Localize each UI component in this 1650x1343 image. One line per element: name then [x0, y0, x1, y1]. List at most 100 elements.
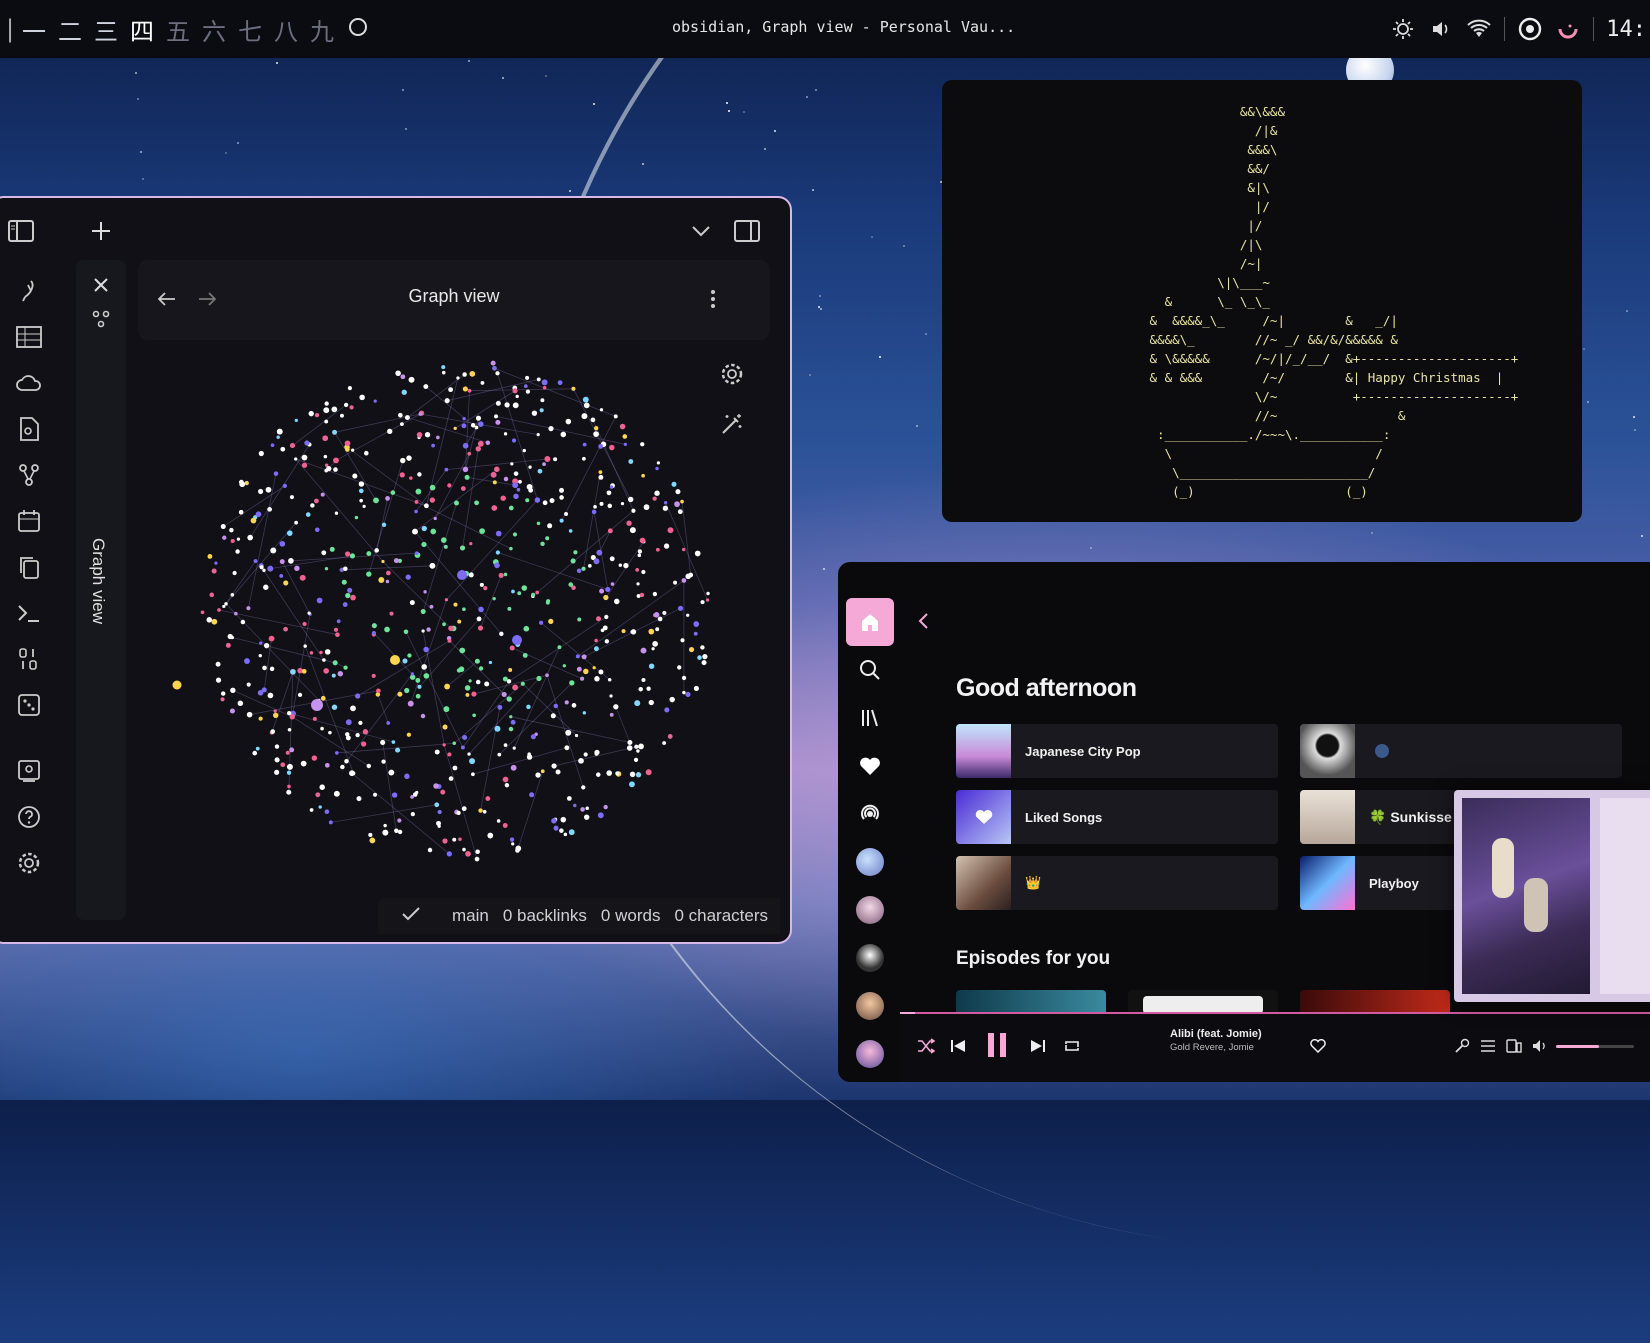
graph-node[interactable] — [621, 502, 624, 505]
graph-node[interactable] — [459, 648, 465, 654]
graph-node[interactable] — [321, 550, 326, 555]
graph-node[interactable] — [264, 643, 269, 648]
graph-node[interactable] — [418, 412, 422, 416]
graph-node[interactable] — [332, 430, 337, 435]
graph-node[interactable] — [553, 457, 557, 461]
graph-node[interactable] — [221, 524, 226, 529]
graph-node[interactable] — [404, 630, 409, 635]
graph-node[interactable] — [478, 625, 483, 630]
connect-device-icon[interactable] — [1502, 1032, 1526, 1060]
graph-node[interactable] — [258, 690, 264, 696]
graph-node[interactable] — [338, 671, 344, 677]
graph-node[interactable] — [372, 631, 376, 635]
graph-node[interactable] — [505, 783, 509, 787]
graph-node[interactable] — [465, 475, 470, 480]
graph-node[interactable] — [635, 568, 639, 572]
graph-node[interactable] — [417, 472, 421, 476]
graph-node[interactable] — [513, 402, 519, 408]
graph-node[interactable] — [426, 627, 430, 631]
graph-node[interactable] — [331, 406, 337, 412]
brightness-icon[interactable] — [1390, 16, 1416, 42]
graph-node[interactable] — [628, 459, 633, 464]
graph-node[interactable] — [565, 730, 571, 736]
graph-node[interactable] — [497, 753, 501, 757]
graph-node[interactable] — [407, 733, 411, 737]
graph-node[interactable] — [335, 751, 339, 755]
graph-node[interactable] — [434, 802, 439, 807]
liked-heart-icon[interactable] — [846, 742, 894, 790]
graph-node[interactable] — [601, 628, 605, 632]
graph-node[interactable] — [582, 654, 587, 659]
graph-node[interactable] — [624, 443, 627, 446]
graph-node[interactable] — [436, 436, 440, 440]
sync-check-icon[interactable] — [402, 906, 420, 926]
album-art-popup[interactable] — [1454, 790, 1650, 1002]
graph-node[interactable] — [654, 490, 659, 495]
graph-node[interactable] — [228, 634, 233, 639]
graph-node[interactable] — [463, 443, 469, 449]
graph-node[interactable] — [312, 755, 317, 760]
file-search-icon[interactable] — [14, 414, 44, 444]
graph-node[interactable] — [668, 734, 673, 739]
graph-node[interactable] — [497, 819, 501, 823]
graph-node[interactable] — [608, 678, 612, 682]
graph-node[interactable] — [576, 654, 580, 658]
search-icon[interactable] — [846, 646, 894, 694]
graph-node[interactable] — [485, 796, 490, 801]
graph-node[interactable] — [409, 476, 412, 479]
graph-node[interactable] — [274, 471, 279, 476]
graph-node[interactable] — [349, 405, 353, 409]
graph-node[interactable] — [374, 399, 377, 402]
graph-node[interactable] — [504, 743, 508, 747]
graph-node[interactable] — [256, 511, 262, 517]
graph-node[interactable] — [366, 551, 371, 556]
shortcut-card[interactable] — [1300, 724, 1622, 778]
graph-node[interactable] — [554, 704, 559, 709]
graph-node[interactable] — [503, 823, 508, 828]
graph-node[interactable] — [543, 500, 548, 505]
graph-node[interactable] — [559, 488, 564, 493]
graph-node[interactable] — [483, 810, 487, 814]
graph-node[interactable] — [561, 432, 567, 438]
graph-node[interactable] — [504, 432, 507, 435]
graph-node[interactable] — [614, 414, 618, 418]
graph-hub-node[interactable] — [457, 570, 467, 580]
graph-node[interactable] — [409, 377, 415, 383]
graph-node[interactable] — [675, 489, 680, 494]
graph-node[interactable] — [320, 727, 324, 731]
graph-node[interactable] — [627, 745, 633, 751]
graph-node[interactable] — [528, 488, 533, 493]
graph-node[interactable] — [476, 446, 481, 451]
graph-node[interactable] — [588, 564, 592, 568]
graph-node[interactable] — [411, 672, 414, 675]
graph-node[interactable] — [280, 541, 286, 547]
graph-node[interactable] — [596, 616, 601, 621]
graph-node[interactable] — [471, 691, 476, 696]
graph-node[interactable] — [535, 497, 541, 503]
graph-node[interactable] — [583, 443, 587, 447]
graph-node[interactable] — [537, 433, 540, 436]
graph-node[interactable] — [653, 592, 657, 596]
graph-node[interactable] — [453, 766, 458, 771]
graph-node[interactable] — [502, 692, 507, 697]
graph-node[interactable] — [571, 558, 576, 563]
dice-icon[interactable] — [14, 690, 44, 720]
quill-icon[interactable] — [14, 276, 44, 306]
graph-node[interactable] — [605, 587, 610, 592]
graph-node[interactable] — [542, 462, 546, 466]
graph-node[interactable] — [469, 758, 475, 764]
graph-node[interactable] — [332, 674, 336, 678]
graph-node[interactable] — [417, 432, 423, 438]
graph-node[interactable] — [479, 666, 483, 670]
graph-node[interactable] — [216, 662, 221, 667]
graph-node[interactable] — [508, 668, 512, 672]
graph-node[interactable] — [287, 530, 293, 536]
graph-node[interactable] — [641, 678, 645, 682]
graph-node[interactable] — [460, 545, 465, 550]
graph-node[interactable] — [417, 685, 421, 689]
graph-node[interactable] — [369, 838, 375, 844]
track-title[interactable]: Alibi (feat. Jomie) — [1170, 1028, 1262, 1040]
graph-node[interactable] — [582, 457, 586, 461]
graph-node[interactable] — [335, 632, 340, 637]
graph-node[interactable] — [511, 765, 517, 771]
